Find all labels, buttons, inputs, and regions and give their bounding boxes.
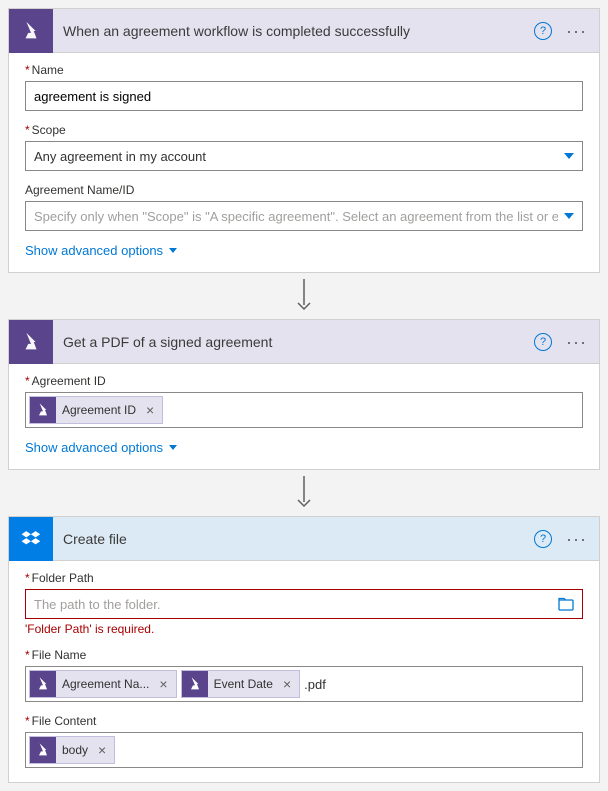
field-file-name: *File Name Agreement Na... × Event Date … [25,648,583,702]
flow-arrow [8,470,600,516]
help-icon[interactable]: ? [534,333,552,351]
folder-path-label: Folder Path [32,571,94,585]
name-label: Name [32,63,64,77]
dynamic-token-event-date[interactable]: Event Date × [181,670,301,698]
agreement-id-label: Agreement ID [32,374,106,388]
chevron-down-icon [169,445,177,450]
token-remove-icon[interactable]: × [94,742,110,758]
flow-step-create-file: Create file ? ··· *Folder Path The path … [8,516,600,783]
adobe-sign-icon [30,671,56,697]
field-agreement-id: *Agreement ID Agreement ID × [25,374,583,428]
chevron-down-icon [564,213,574,219]
field-folder-path: *Folder Path The path to the folder. 'Fo… [25,571,583,636]
adobe-sign-icon [30,737,56,763]
token-remove-icon[interactable]: × [279,676,295,692]
name-input[interactable] [25,81,583,111]
file-name-label: File Name [32,648,87,662]
more-icon[interactable]: ··· [566,333,587,351]
agreement-id-placeholder: Specify only when "Scope" is "A specific… [34,209,558,224]
adobe-sign-icon [9,9,53,53]
step-header[interactable]: Create file ? ··· [9,517,599,561]
step-header[interactable]: Get a PDF of a signed agreement ? ··· [9,320,599,364]
folder-path-placeholder: The path to the folder. [34,597,160,612]
scope-label: Scope [32,123,66,137]
help-icon[interactable]: ? [534,22,552,40]
step-title: When an agreement workflow is completed … [53,23,534,39]
field-file-content: *File Content body × [25,714,583,768]
file-extension: .pdf [304,677,326,692]
dynamic-token-agreement-id[interactable]: Agreement ID × [29,396,163,424]
chevron-down-icon [564,153,574,159]
flow-step-get-pdf: Get a PDF of a signed agreement ? ··· *A… [8,319,600,470]
folder-picker-icon[interactable] [558,597,574,611]
adobe-sign-icon [9,320,53,364]
agreement-id-select[interactable]: Specify only when "Scope" is "A specific… [25,201,583,231]
show-advanced-toggle[interactable]: Show advanced options [25,440,583,455]
show-advanced-toggle[interactable]: Show advanced options [25,243,583,258]
adobe-sign-icon [182,671,208,697]
field-agreement-id: Agreement Name/ID Specify only when "Sco… [25,183,583,231]
folder-path-input[interactable]: The path to the folder. [25,589,583,619]
token-remove-icon[interactable]: × [155,676,171,692]
agreement-id-label: Agreement Name/ID [25,183,134,197]
step-title: Create file [53,531,534,547]
scope-select[interactable]: Any agreement in my account [25,141,583,171]
dropbox-icon [9,517,53,561]
step-header[interactable]: When an agreement workflow is completed … [9,9,599,53]
step-title: Get a PDF of a signed agreement [53,334,534,350]
chevron-down-icon [169,248,177,253]
more-icon[interactable]: ··· [566,530,587,548]
agreement-id-input[interactable]: Agreement ID × [25,392,583,428]
file-content-input[interactable]: body × [25,732,583,768]
flow-arrow [8,273,600,319]
dynamic-token-agreement-name[interactable]: Agreement Na... × [29,670,177,698]
file-name-input[interactable]: Agreement Na... × Event Date × .pdf [25,666,583,702]
token-remove-icon[interactable]: × [142,402,158,418]
scope-value: Any agreement in my account [34,149,206,164]
field-name: *Name [25,63,583,111]
dynamic-token-body[interactable]: body × [29,736,115,764]
file-content-label: File Content [32,714,97,728]
more-icon[interactable]: ··· [566,22,587,40]
help-icon[interactable]: ? [534,530,552,548]
flow-step-trigger: When an agreement workflow is completed … [8,8,600,273]
adobe-sign-icon [30,397,56,423]
field-scope: *Scope Any agreement in my account [25,123,583,171]
folder-path-error: 'Folder Path' is required. [25,622,583,636]
